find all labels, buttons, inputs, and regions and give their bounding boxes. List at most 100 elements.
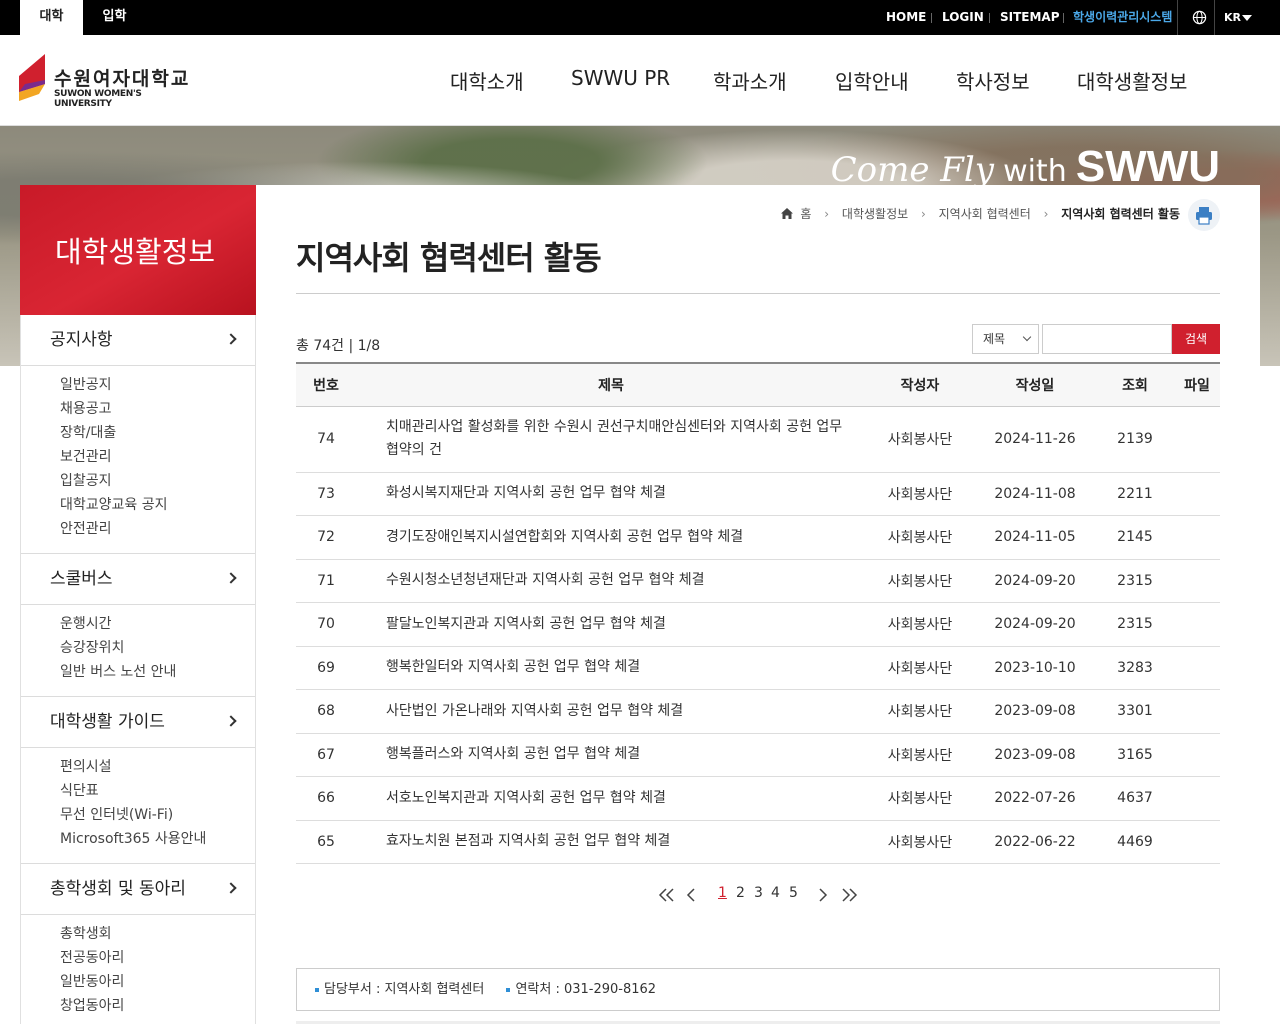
table-row[interactable]: 70 팔달노인복지관과 지역사회 공헌 업무 협약 체결 사회봉사단 2024-… (296, 602, 1220, 647)
sidebar-subitem[interactable]: 무선 인터넷(Wi-Fi) (60, 803, 255, 827)
sidebar-subitem[interactable]: 채용공고 (60, 397, 255, 421)
last-page-icon[interactable] (840, 888, 858, 902)
language-selector[interactable]: KR (1224, 0, 1241, 35)
home-link[interactable]: HOME (886, 0, 926, 35)
sidebar-subitem[interactable]: 일반공지 (60, 373, 255, 397)
chevron-down-icon[interactable] (1242, 15, 1252, 21)
nav-admissions[interactable]: 입학안내 (835, 66, 909, 95)
nav-campus-life[interactable]: 대학생활정보 (1077, 66, 1187, 95)
table-row[interactable]: 66 서호노인복지관과 지역사회 공헌 업무 협약 체결 사회봉사단 2022-… (296, 776, 1220, 821)
cell-author: 사회봉사단 (866, 689, 974, 734)
table-header-row: 번호 제목 작성자 작성일 조회 파일 (296, 363, 1220, 407)
table-row[interactable]: 73 화성시복지재단과 지역사회 공헌 업무 협약 체결 사회봉사단 2024-… (296, 472, 1220, 516)
slogan-script: Come Fly (830, 150, 994, 190)
sidebar-subitem[interactable]: 편의시설 (60, 755, 255, 779)
breadcrumb-item[interactable]: 지역사회 협력센터 (939, 207, 1031, 221)
bullet-icon (315, 987, 319, 992)
page-number-current[interactable]: 1 (718, 885, 727, 901)
logo-emblem-icon (19, 54, 45, 101)
cell-title-link[interactable]: 팔달노인복지관과 지역사회 공헌 업무 협약 체결 (356, 602, 866, 647)
next-page-icon[interactable] (818, 888, 828, 902)
sidebar-item-campus-guide[interactable]: 대학생활 가이드 (21, 697, 255, 748)
first-page-icon[interactable] (658, 888, 676, 902)
print-button[interactable] (1188, 199, 1220, 231)
sidebar-subitem[interactable]: 식단표 (60, 779, 255, 803)
column-header: 작성자 (866, 363, 974, 407)
table-row[interactable]: 69 행복한일터와 지역사회 공헌 업무 협약 체결 사회봉사단 2023-10… (296, 646, 1220, 690)
sidebar-group: 총학생회 및 동아리 총학생회 전공동아리 일반동아리 창업동아리 (21, 864, 255, 1024)
page-number[interactable]: 3 (754, 885, 763, 901)
table-row[interactable]: 65 효자노치원 본점과 지역사회 공헌 업무 협약 체결 사회봉사단 2022… (296, 820, 1220, 864)
nav-academics[interactable]: 학사정보 (956, 66, 1030, 95)
sidebar-subitem[interactable]: 창업동아리 (60, 994, 255, 1018)
sidebar-subitem[interactable]: 장학/대출 (60, 421, 255, 445)
table-row[interactable]: 71 수원시청소년청년재단과 지역사회 공헌 업무 협약 체결 사회봉사단 20… (296, 559, 1220, 603)
cell-views: 3165 (1096, 733, 1174, 777)
breadcrumb: 홈 › 대학생활정보 › 지역사회 협력센터 › 지역사회 협력센터 활동 (780, 205, 1180, 222)
search-field-select[interactable]: 제목 (972, 324, 1039, 354)
sidebar-subitem[interactable]: 대학교양교육 공지 (60, 493, 255, 517)
sidebar-item-student-council[interactable]: 총학생회 및 동아리 (21, 864, 255, 915)
sidebar-subitem[interactable]: 운행시간 (60, 612, 255, 636)
cell-title-link[interactable]: 경기도장애인복지시설연합회와 지역사회 공헌 업무 협약 체결 (356, 515, 866, 560)
cell-number: 65 (296, 820, 356, 864)
cell-title-link[interactable]: 사단법인 가온나래와 지역사회 공헌 업무 협약 체결 (356, 689, 866, 734)
cell-title-link[interactable]: 화성시복지재단과 지역사회 공헌 업무 협약 체결 (356, 472, 866, 516)
breadcrumb-item[interactable]: 홈 (800, 207, 811, 221)
cell-date: 2022-07-26 (974, 776, 1096, 821)
sidebar-item-notices[interactable]: 공지사항 (21, 315, 255, 366)
login-link[interactable]: LOGIN (942, 0, 984, 35)
breadcrumb-item[interactable]: 대학생활정보 (842, 207, 908, 221)
page-number[interactable]: 5 (789, 885, 798, 901)
cell-author: 사회봉사단 (866, 559, 974, 603)
university-logo[interactable]: 수원여자대학교 SUWON WOMEN'S UNIVERSITY (19, 54, 199, 109)
cell-title-link[interactable]: 행복한일터와 지역사회 공헌 업무 협약 체결 (356, 646, 866, 690)
home-icon[interactable] (780, 208, 793, 219)
search-input[interactable] (1042, 324, 1172, 354)
contact-text: 연락처 : 031-290-8162 (515, 982, 657, 997)
cell-file (1174, 689, 1220, 734)
divider (1177, 0, 1178, 35)
page-number[interactable]: 2 (736, 885, 745, 901)
cell-date: 2023-10-10 (974, 646, 1096, 690)
sidebar-subitem[interactable]: 안전관리 (60, 517, 255, 541)
sidebar-subitem[interactable]: Microsoft365 사용안내 (60, 827, 255, 851)
slogan-brand: SWWU (1075, 142, 1220, 191)
table-row[interactable]: 67 행복플러스와 지역사회 공헌 업무 협약 체결 사회봉사단 2023-09… (296, 733, 1220, 777)
cell-title-link[interactable]: 서호노인복지관과 지역사회 공헌 업무 협약 체결 (356, 776, 866, 821)
sidebar-subitem[interactable]: 입찰공지 (60, 469, 255, 493)
sidebar-subitem[interactable]: 일반동아리 (60, 970, 255, 994)
nav-departments[interactable]: 학과소개 (713, 66, 787, 95)
cell-title-link[interactable]: 수원시청소년청년재단과 지역사회 공헌 업무 협약 체결 (356, 559, 866, 603)
table-row[interactable]: 74 치매관리사업 활성화를 위한 수원시 권선구치매안심센터와 지역사회 공헌… (296, 406, 1220, 473)
sidebar-subitem[interactable]: 승강장위치 (60, 636, 255, 660)
sitemap-link[interactable]: SITEMAP (1000, 0, 1060, 35)
cell-file (1174, 472, 1220, 516)
divider (1214, 0, 1215, 35)
sidebar-subitem[interactable]: 보건관리 (60, 445, 255, 469)
nav-about[interactable]: 대학소개 (450, 66, 524, 95)
table-row[interactable]: 68 사단법인 가온나래와 지역사회 공헌 업무 협약 체결 사회봉사단 202… (296, 689, 1220, 734)
cell-views: 3283 (1096, 646, 1174, 690)
globe-icon[interactable] (1192, 10, 1207, 25)
sidebar-item-school-bus[interactable]: 스쿨버스 (21, 554, 255, 605)
sidebar-group: 스쿨버스 운행시간 승강장위치 일반 버스 노선 안내 (21, 554, 255, 697)
tab-admission[interactable]: 입학 (83, 0, 146, 35)
cell-views: 2211 (1096, 472, 1174, 516)
sidebar-subitem[interactable]: 일반 버스 노선 안내 (60, 660, 255, 684)
cell-title-link[interactable]: 행복플러스와 지역사회 공헌 업무 협약 체결 (356, 733, 866, 777)
sidebar-subitem[interactable]: 총학생회 (60, 922, 255, 946)
prev-page-icon[interactable] (686, 888, 696, 902)
tab-university[interactable]: 대학 (20, 0, 83, 35)
search-button[interactable]: 검색 (1172, 324, 1220, 354)
column-header: 번호 (296, 363, 356, 407)
nav-swwu-pr[interactable]: SWWU PR (571, 66, 670, 90)
cell-date: 2023-09-08 (974, 733, 1096, 777)
student-record-system-link[interactable]: 학생이력관리시스템 (1073, 0, 1172, 35)
sidebar-subitem[interactable]: 전공동아리 (60, 946, 255, 970)
table-row[interactable]: 72 경기도장애인복지시설연합회와 지역사회 공헌 업무 협약 체결 사회봉사단… (296, 515, 1220, 560)
cell-title-link[interactable]: 효자노치원 본점과 지역사회 공헌 업무 협약 체결 (356, 820, 866, 864)
cell-views: 2315 (1096, 559, 1174, 603)
page-number[interactable]: 4 (771, 885, 780, 901)
cell-title-link[interactable]: 치매관리사업 활성화를 위한 수원시 권선구치매안심센터와 지역사회 공헌 업무… (356, 406, 866, 473)
